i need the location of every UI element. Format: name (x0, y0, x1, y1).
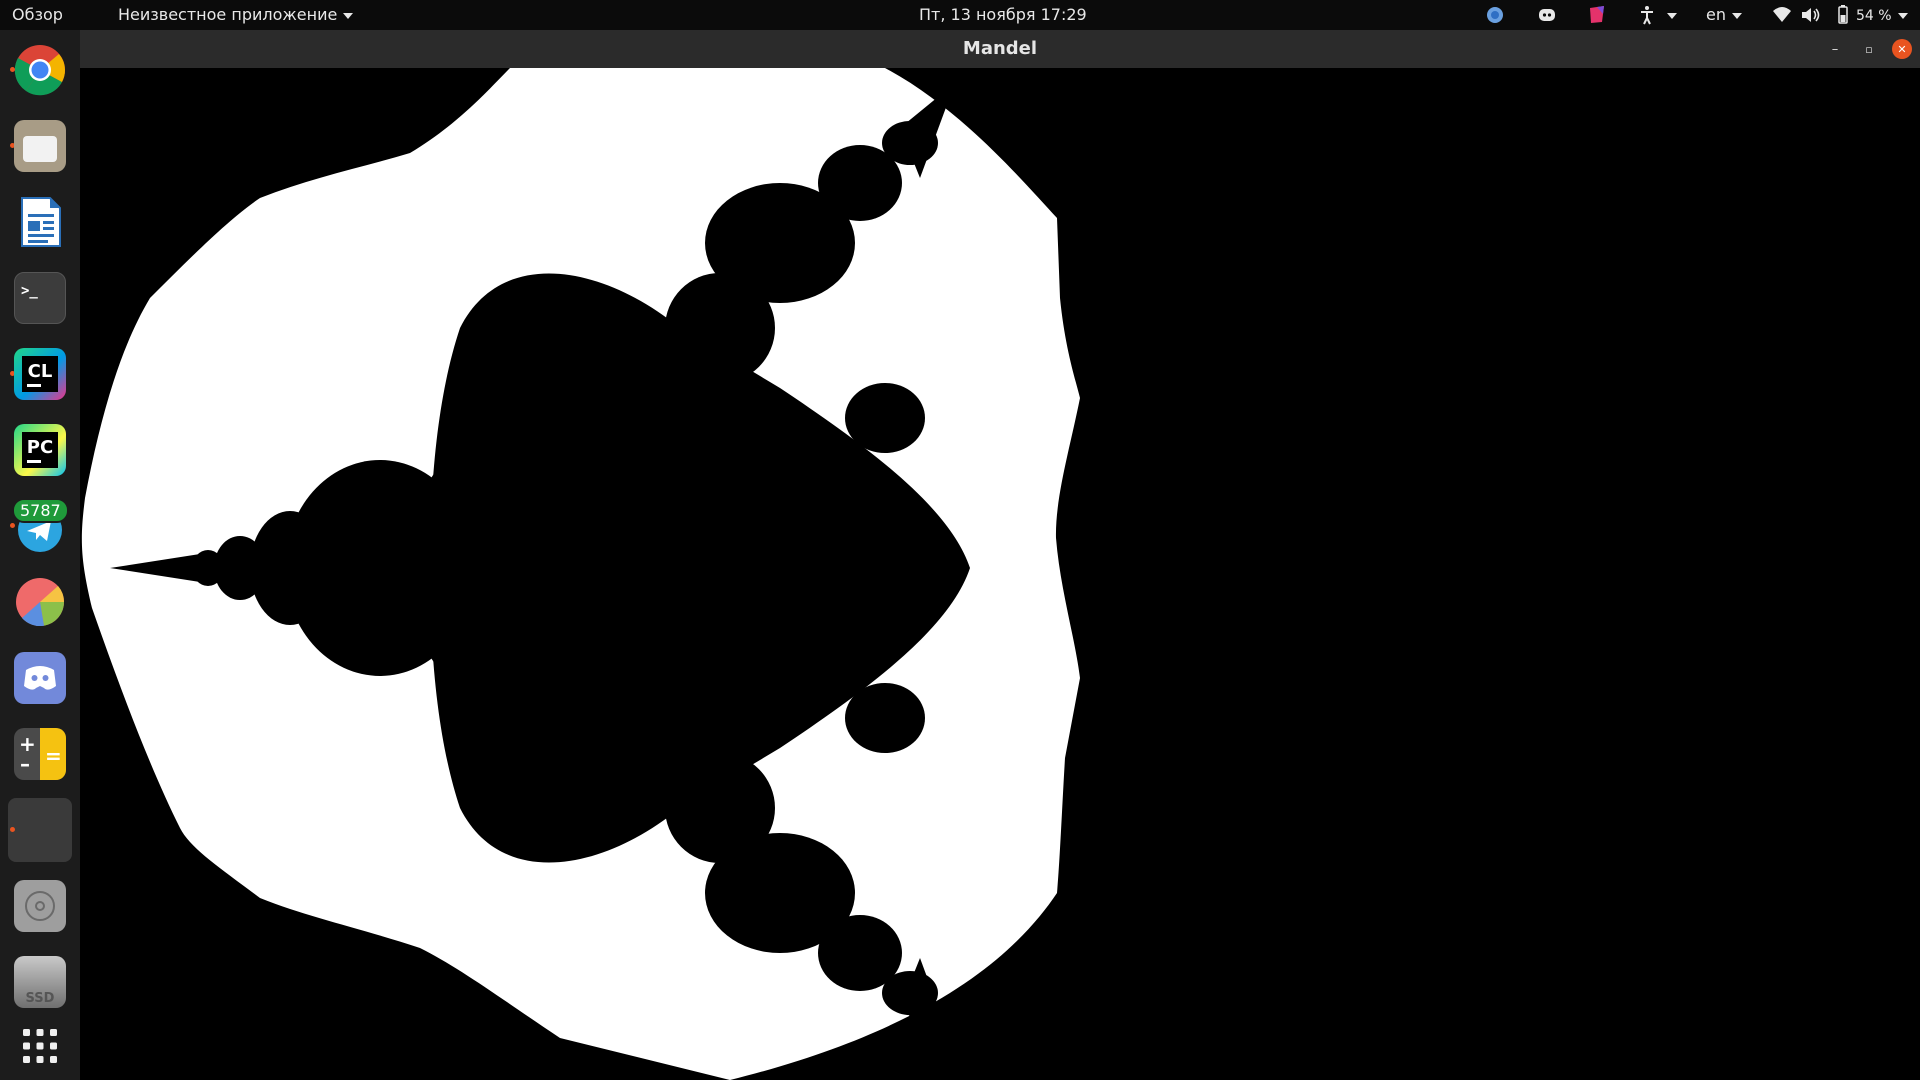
fractal-image (81, 68, 1080, 1080)
dock-item-files[interactable] (8, 114, 72, 178)
disk-usage-pie-icon (16, 578, 65, 627)
running-indicator (10, 523, 15, 528)
battery-icon[interactable] (1836, 0, 1850, 30)
app-menu-caret-icon (343, 12, 354, 19)
system-menu-chevron-icon[interactable] (1897, 12, 1908, 19)
window-titlebar[interactable]: Mandel – ▫ ✕ (80, 30, 1920, 68)
app-menu-label: Неизвестное приложение (118, 5, 338, 24)
volume-icon[interactable] (1800, 0, 1822, 30)
terminal-icon: >_ (14, 272, 66, 324)
ssd-drive-icon: SSD (14, 956, 66, 1008)
dock-item-clion[interactable]: CL (8, 342, 72, 406)
running-indicator (10, 827, 15, 832)
dock-item-terminal[interactable]: >_ (8, 266, 72, 330)
maximize-button[interactable]: ▫ (1859, 39, 1879, 59)
dock-item-chrome[interactable] (8, 38, 72, 102)
libreoffice-writer-icon (21, 197, 61, 247)
close-button[interactable]: ✕ (1892, 39, 1912, 59)
optical-drive-icon (14, 880, 66, 932)
window-title: Mandel (962, 38, 1038, 59)
pycharm-label: PC (26, 437, 54, 458)
pycharm-icon: PC (14, 424, 66, 476)
minimize-button[interactable]: – (1825, 39, 1845, 59)
telegram-unread-badge: 5787 (12, 498, 69, 523)
battery-percent[interactable]: 54 % (1856, 0, 1908, 30)
dock-item-libreoffice-writer[interactable] (8, 190, 72, 254)
dock: >_ CL PC 5787 + – = SSD (0, 30, 80, 1080)
chrome-tray-icon[interactable] (1486, 0, 1504, 30)
battery-percent-label: 54 % (1856, 8, 1892, 24)
activities-button[interactable]: Обзор (12, 0, 63, 30)
dock-item-mandel-app[interactable] (8, 798, 72, 862)
ssd-label: SSD (25, 991, 55, 1006)
language-indicator[interactable]: en (1706, 0, 1742, 30)
dock-item-optical-drive[interactable] (8, 874, 72, 938)
jetbrains-toolbox-icon[interactable] (1588, 0, 1606, 30)
clion-label: CL (27, 361, 53, 382)
wifi-icon[interactable] (1772, 0, 1792, 30)
dock-item-calculator[interactable]: + – = (8, 722, 72, 786)
language-label: en (1706, 5, 1726, 24)
dock-item-ssd-drive[interactable]: SSD (8, 950, 72, 1014)
show-applications-grid-icon (23, 1029, 57, 1063)
clion-icon: CL (14, 348, 66, 400)
accessibility-icon[interactable] (1638, 0, 1678, 30)
discord-icon (14, 652, 66, 704)
files-icon (14, 120, 66, 172)
calculator-icon: + – = (14, 728, 66, 780)
language-caret-icon (1731, 12, 1742, 19)
dock-item-pycharm[interactable]: PC (8, 418, 72, 482)
fractal-canvas[interactable] (80, 68, 1920, 1080)
clock[interactable]: Пт, 13 ноября 17:29 (919, 0, 1087, 30)
running-indicator (10, 67, 15, 72)
mandel-window: Mandel – ▫ ✕ (80, 30, 1920, 1080)
dock-item-show-applications[interactable] (8, 1014, 72, 1078)
top-bar: Обзор Неизвестное приложение Пт, 13 нояб… (0, 0, 1920, 30)
dock-item-discord[interactable] (8, 646, 72, 710)
app-menu[interactable]: Неизвестное приложение (118, 0, 354, 30)
discord-tray-icon[interactable] (1537, 0, 1557, 30)
chrome-icon (14, 45, 66, 96)
dock-item-disk-usage[interactable] (8, 570, 72, 634)
dock-item-telegram[interactable]: 5787 (8, 494, 72, 558)
